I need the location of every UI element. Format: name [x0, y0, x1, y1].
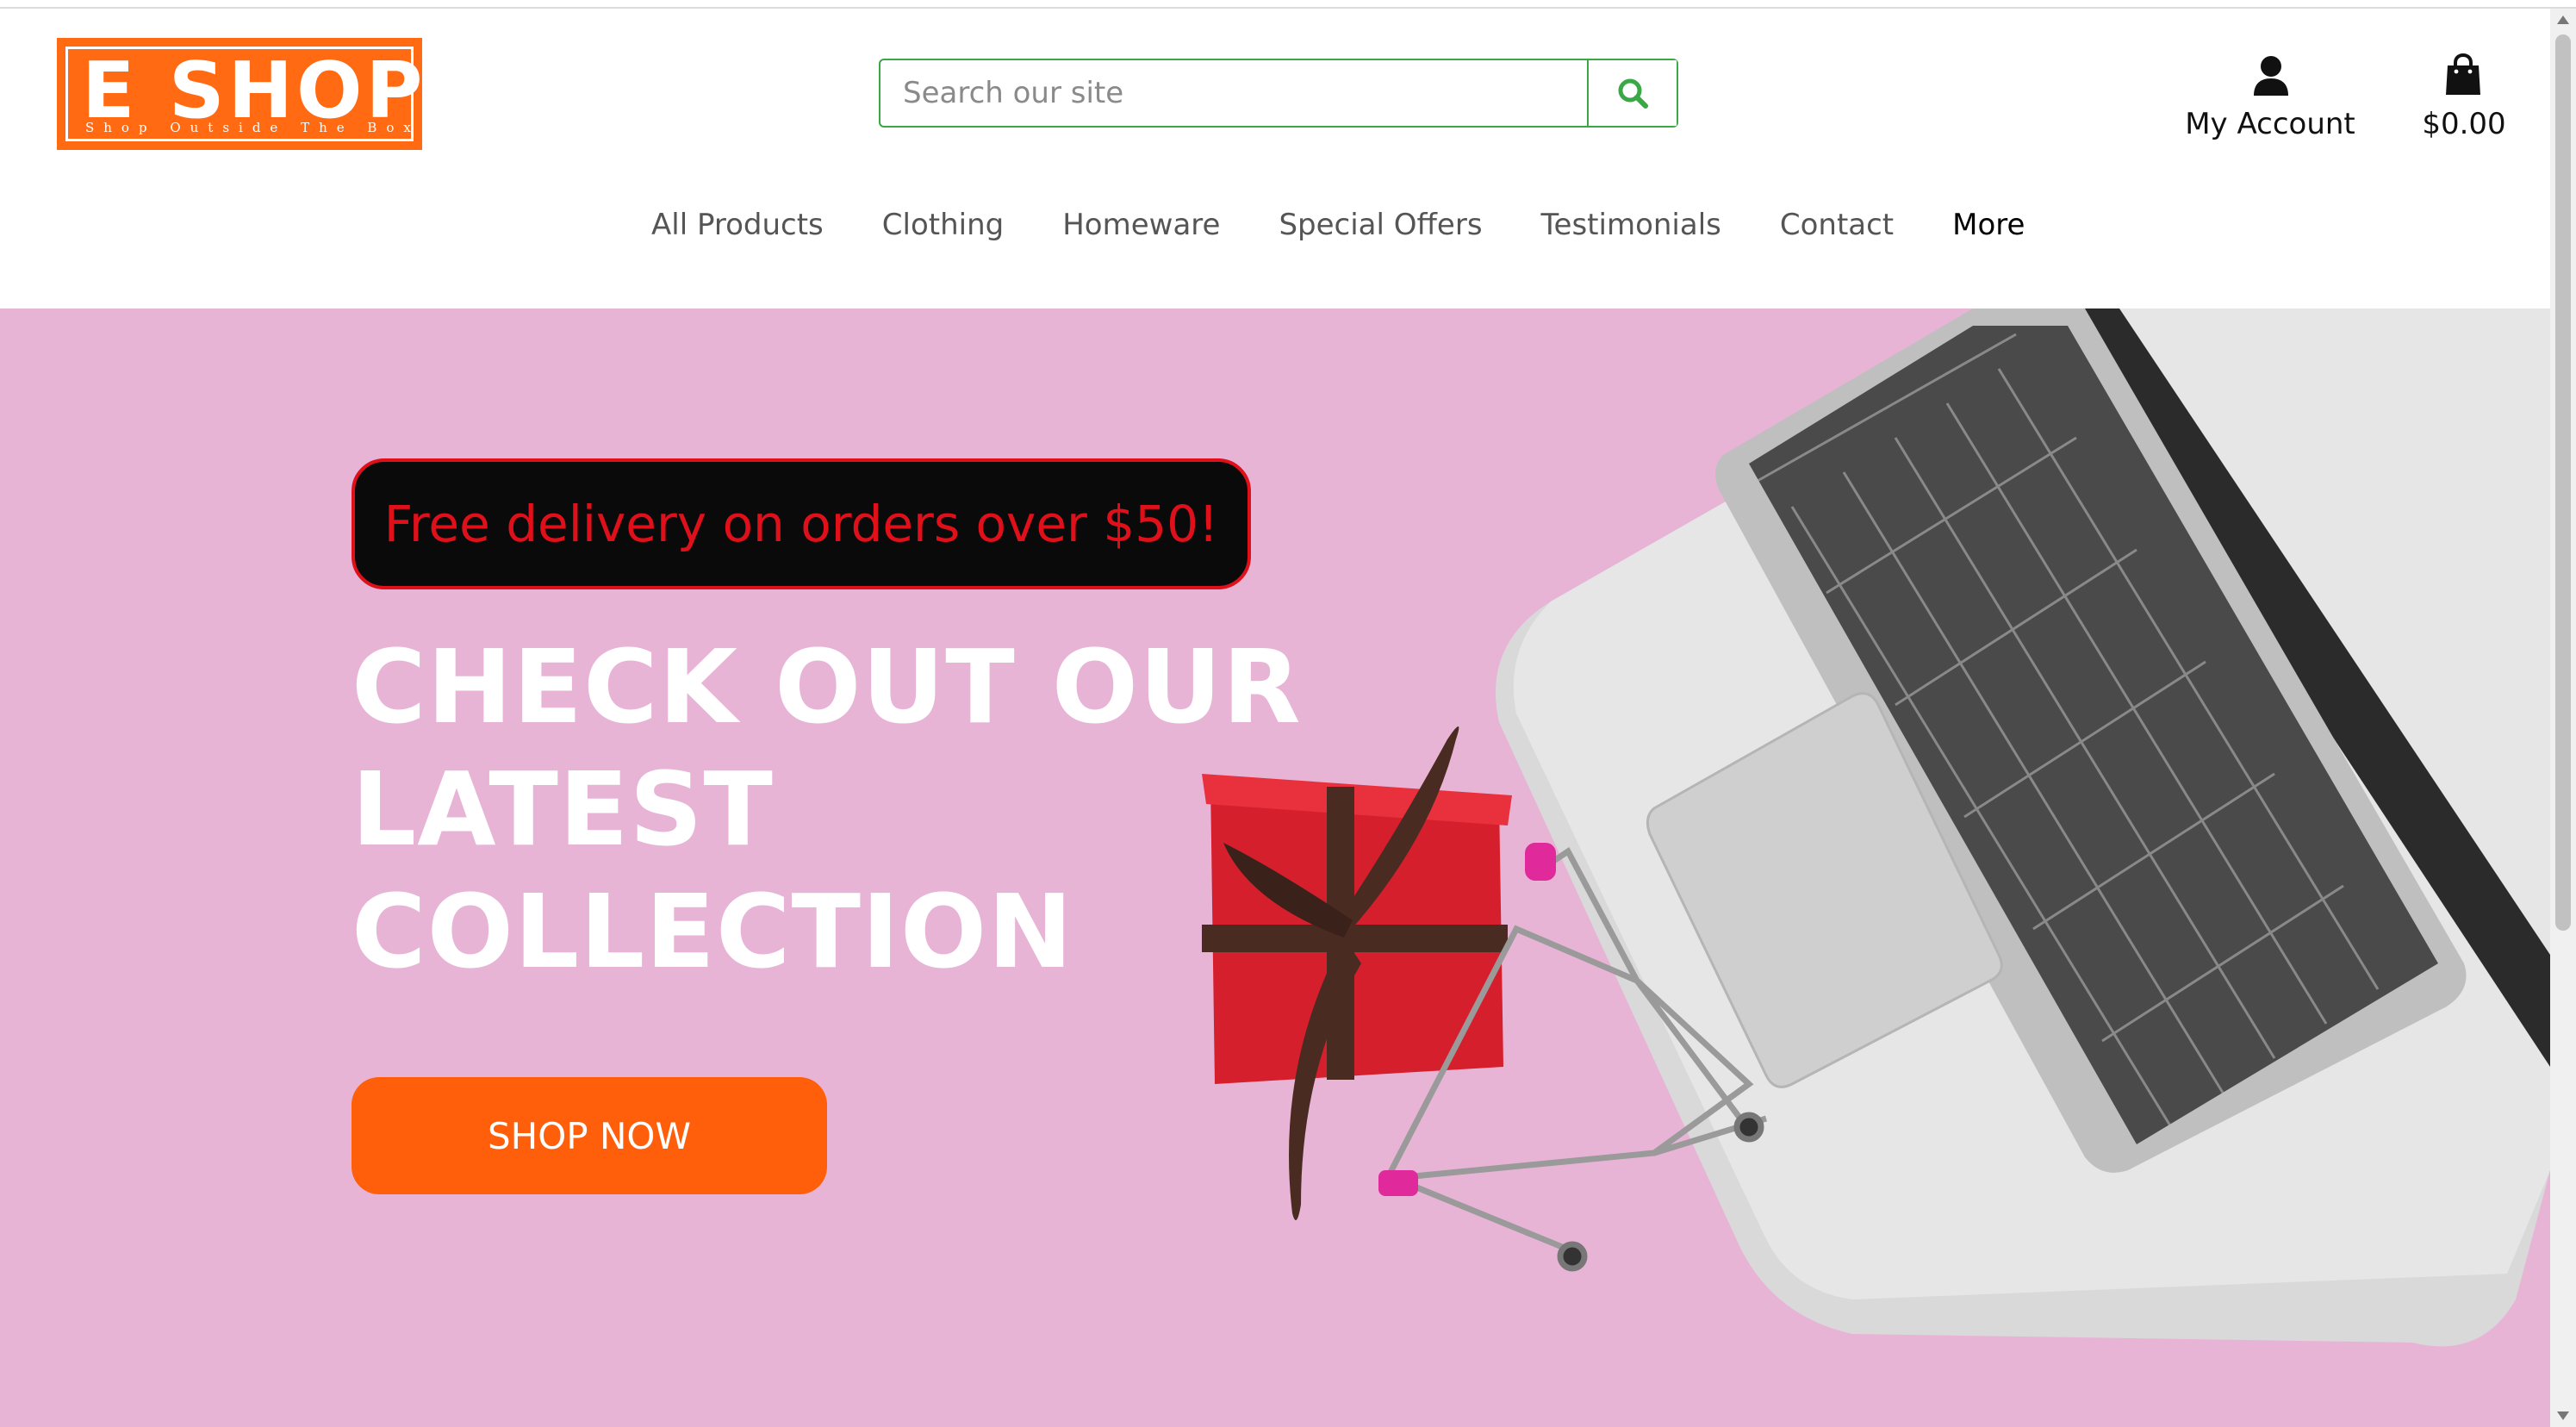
logo-frame: E SHOP Shop Outside The Box [65, 46, 422, 141]
scroll-down-arrow-icon[interactable] [2557, 1411, 2569, 1420]
page-scrollbar[interactable] [2550, 9, 2576, 1427]
my-account-label: My Account [2185, 107, 2355, 141]
shopping-bag-icon [2446, 53, 2480, 95]
my-account-link[interactable]: My Account [2180, 50, 2361, 145]
hero-headline-line-1: CHECK OUT OUR [352, 627, 1302, 746]
user-icon [2254, 56, 2288, 96]
main-nav: All Products Clothing Homeware Special O… [651, 193, 2025, 257]
hero-headline-line-3: COLLECTION [352, 872, 1073, 991]
search-bar [879, 59, 1678, 128]
scroll-up-arrow-icon[interactable] [2557, 16, 2569, 24]
scrollbar-thumb[interactable] [2555, 34, 2571, 931]
cart-total: $0.00 [2422, 107, 2506, 141]
hero-banner: Free delivery on orders over $50! CHECK … [0, 308, 2550, 1427]
nav-clothing[interactable]: Clothing [882, 208, 1004, 242]
site-header: E SHOP Shop Outside The Box My Account $… [0, 9, 2550, 308]
search-icon [1618, 78, 1648, 109]
nav-more[interactable]: More [1952, 208, 2025, 242]
browser-top-edge [0, 0, 2576, 9]
hero-headline-line-2: LATEST [352, 750, 774, 869]
search-button[interactable] [1587, 60, 1677, 126]
nav-special-offers[interactable]: Special Offers [1279, 208, 1482, 242]
free-delivery-text: Free delivery on orders over $50! [383, 495, 1219, 553]
nav-all-products[interactable]: All Products [651, 208, 824, 242]
free-delivery-banner: Free delivery on orders over $50! [352, 458, 1251, 589]
eshop-logo[interactable]: E SHOP Shop Outside The Box [57, 38, 422, 150]
nav-testimonials[interactable]: Testimonials [1541, 208, 1721, 242]
nav-homeware[interactable]: Homeware [1062, 208, 1220, 242]
search-input[interactable] [880, 60, 1587, 126]
cart-link[interactable]: $0.00 [2404, 50, 2524, 145]
nav-contact[interactable]: Contact [1780, 208, 1894, 242]
hero-headline: CHECK OUT OUR LATEST COLLECTION [352, 626, 1385, 993]
shop-now-button[interactable]: SHOP NOW [352, 1077, 827, 1194]
logo-tagline: Shop Outside The Box [85, 120, 420, 135]
laptop-illustration [1496, 308, 2550, 1347]
